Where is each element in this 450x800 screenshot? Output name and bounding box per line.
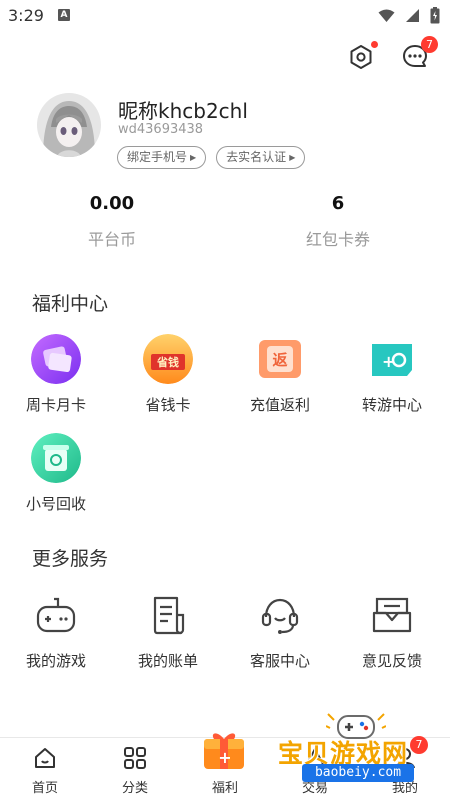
coupon-value: 6 bbox=[331, 193, 345, 214]
feedback-inbox-icon bbox=[367, 590, 417, 640]
svg-text:返: 返 bbox=[272, 351, 287, 369]
account-recycle-label: 小号回收 bbox=[25, 495, 86, 513]
tab-trade-label: 交易 bbox=[301, 781, 328, 796]
bill-icon bbox=[143, 590, 193, 640]
bind-phone-button[interactable]: 绑定手机号 ▶ bbox=[117, 146, 207, 169]
platform-coin-stat[interactable]: 0.00 平台币 bbox=[57, 193, 167, 250]
tab-category[interactable]: 分类 bbox=[90, 738, 180, 800]
tab-category-label: 分类 bbox=[121, 781, 148, 796]
recharge-rebate-label: 充值返利 bbox=[249, 396, 310, 414]
user-id: wd43693438 bbox=[118, 122, 204, 137]
home-icon bbox=[32, 745, 58, 771]
play-arrow-icon: ▶ bbox=[289, 153, 296, 162]
my-bills-label: 我的账单 bbox=[137, 652, 198, 670]
headset-icon bbox=[255, 590, 305, 640]
wifi-icon bbox=[378, 9, 395, 22]
welfare-item-weekly-monthly-card[interactable]: 周卡月卡 bbox=[0, 334, 112, 415]
category-icon bbox=[122, 745, 148, 771]
welfare-item-recharge-rebate[interactable]: 返 充值返利 bbox=[224, 334, 336, 415]
coupon-stat[interactable]: 6 红包卡券 bbox=[283, 193, 393, 250]
gift-icon[interactable]: + bbox=[200, 727, 250, 773]
tab-home[interactable]: 首页 bbox=[0, 738, 90, 800]
money-saving-card-icon: 省钱 bbox=[143, 334, 193, 384]
real-name-button[interactable]: 去实名认证 ▶ bbox=[216, 146, 306, 169]
messages-button[interactable]: 7 bbox=[400, 36, 438, 72]
tab-profile[interactable]: 我的 bbox=[360, 738, 450, 800]
welfare-item-money-saving-card[interactable]: 省钱 省钱卡 bbox=[112, 334, 224, 415]
service-item-feedback[interactable]: 意见反馈 bbox=[336, 590, 448, 671]
avatar-image bbox=[37, 93, 101, 157]
svg-text:+: + bbox=[218, 748, 231, 767]
settings-red-dot bbox=[371, 41, 378, 48]
bind-phone-label: 绑定手机号 bbox=[127, 150, 188, 164]
play-arrow-icon: ▶ bbox=[190, 153, 197, 162]
account-recycle-icon bbox=[31, 433, 81, 483]
profile-tab-badge: 7 bbox=[410, 736, 428, 754]
status-bar: 3:29 A bbox=[0, 0, 450, 32]
battery-icon bbox=[430, 7, 440, 24]
avatar[interactable] bbox=[37, 93, 101, 157]
welfare-section-title: 福利中心 bbox=[32, 293, 109, 315]
header-actions: 7 bbox=[346, 36, 438, 72]
message-badge: 7 bbox=[421, 36, 438, 53]
tab-home-label: 首页 bbox=[31, 781, 58, 796]
weekly-monthly-card-icon bbox=[31, 334, 81, 384]
svg-text:省钱: 省钱 bbox=[156, 355, 179, 369]
tab-trade[interactable]: 交易 bbox=[270, 738, 360, 800]
service-item-my-games[interactable]: 我的游戏 bbox=[0, 590, 112, 671]
coupon-label: 红包卡券 bbox=[305, 230, 370, 249]
weekly-monthly-card-label: 周卡月卡 bbox=[25, 396, 86, 414]
trade-icon bbox=[302, 745, 328, 771]
nickname: 昵称khcb2chl bbox=[118, 99, 248, 123]
customer-service-label: 客服中心 bbox=[249, 652, 310, 670]
recharge-rebate-icon: 返 bbox=[255, 334, 305, 384]
service-item-customer-service[interactable]: 客服中心 bbox=[224, 590, 336, 671]
services-section-title: 更多服务 bbox=[32, 548, 109, 570]
notification-a-icon: A bbox=[58, 9, 70, 21]
status-time: 3:29 bbox=[8, 6, 44, 25]
signal-icon bbox=[406, 9, 419, 22]
account-actions: 绑定手机号 ▶ 去实名认证 ▶ bbox=[117, 146, 306, 169]
settings-button[interactable] bbox=[346, 41, 378, 72]
service-item-my-bills[interactable]: 我的账单 bbox=[112, 590, 224, 671]
game-transfer-label: 转游中心 bbox=[361, 396, 422, 414]
real-name-label: 去实名认证 bbox=[226, 150, 287, 164]
welfare-item-account-recycle[interactable]: 小号回收 bbox=[0, 433, 112, 514]
platform-coin-value: 0.00 bbox=[89, 193, 135, 214]
tab-profile-label: 我的 bbox=[391, 781, 418, 796]
gamepad-icon bbox=[31, 590, 81, 640]
welfare-item-game-transfer[interactable]: + 转游中心 bbox=[336, 334, 448, 415]
game-transfer-icon: + bbox=[367, 334, 417, 384]
status-icons bbox=[378, 7, 440, 24]
feedback-label: 意见反馈 bbox=[361, 652, 422, 670]
platform-coin-label: 平台币 bbox=[87, 230, 136, 249]
money-saving-card-label: 省钱卡 bbox=[145, 396, 191, 414]
my-games-label: 我的游戏 bbox=[25, 652, 86, 670]
tab-welfare-label: 福利 bbox=[211, 781, 238, 796]
